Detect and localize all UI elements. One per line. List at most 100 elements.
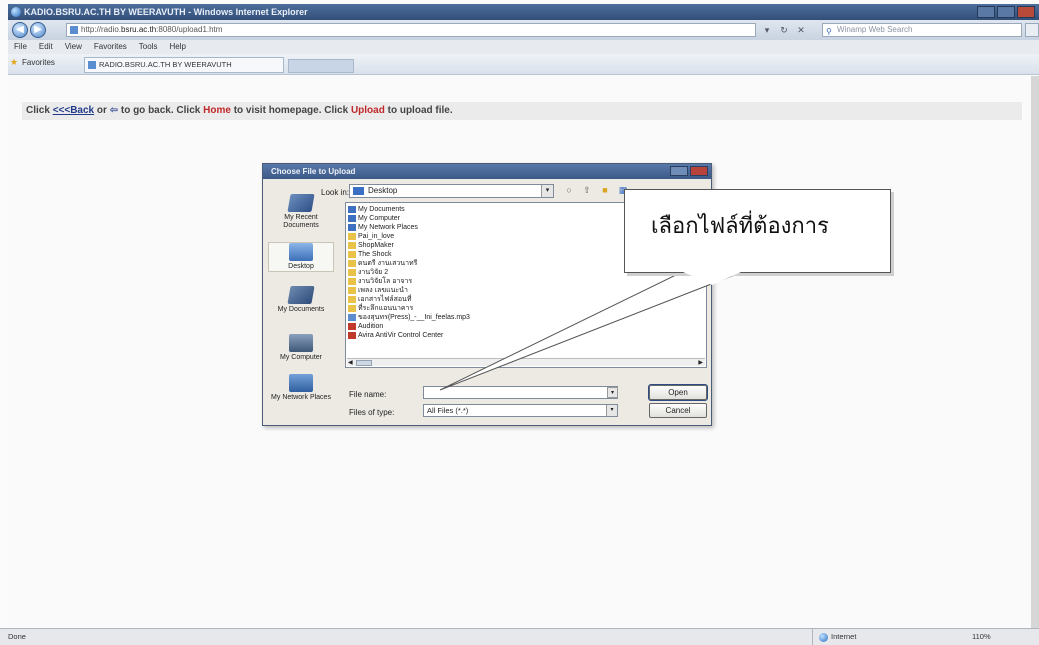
dialog-close-button[interactable]: [690, 166, 708, 176]
shortcut-icon: [348, 332, 356, 339]
file-name-dropdown-icon[interactable]: ▾: [607, 387, 618, 398]
url-prefix: http://radio.: [81, 25, 122, 34]
info-to-upload: to upload file.: [387, 105, 453, 116]
file-name: ดนตรี งานเสวนาทรี: [358, 260, 418, 267]
list-item[interactable]: ดนตรี งานเสวนาทรี: [348, 259, 417, 268]
list-item[interactable]: งานวิจัย 2: [348, 268, 388, 277]
list-item[interactable]: งานวิจัยโล อาจาร: [348, 277, 412, 286]
place-network[interactable]: My Network Places: [268, 374, 334, 402]
scroll-right-icon[interactable]: ▶: [698, 359, 703, 367]
info-click-1: Click: [26, 105, 50, 116]
list-item[interactable]: ShopMaker: [348, 241, 394, 250]
upload-link[interactable]: Upload: [351, 105, 385, 116]
scroll-left-icon[interactable]: ◀: [348, 359, 353, 367]
back-link[interactable]: <<<Back: [53, 105, 94, 116]
list-item[interactable]: My Network Places: [348, 223, 418, 232]
address-toolbar: ◀ ▶ http://radio.bsru.ac.th:8080/upload1…: [8, 20, 1039, 40]
dropdown-arrow-icon[interactable]: ▾: [760, 23, 774, 37]
scroll-thumb[interactable]: [356, 360, 372, 366]
home-link[interactable]: Home: [203, 105, 231, 116]
my-documents-icon: [287, 286, 315, 304]
file-name-input[interactable]: [423, 386, 618, 399]
list-item[interactable]: Avira AntiVir Control Center: [348, 331, 443, 340]
forward-button[interactable]: ▶: [30, 22, 46, 38]
look-in-value: Desktop: [368, 186, 398, 195]
browser-tab[interactable]: RADIO.BSRU.AC.TH BY WEERAVUTH: [84, 57, 284, 73]
file-name: Audition: [358, 323, 384, 330]
maximize-button[interactable]: [997, 6, 1015, 18]
place-label: My Documents: [277, 306, 325, 313]
cancel-button[interactable]: Cancel: [649, 403, 707, 418]
address-input[interactable]: http://radio.bsru.ac.th:8080/upload1.htm: [66, 23, 756, 37]
back-arrow-icon[interactable]: ⇦: [110, 105, 118, 116]
status-text: Done: [8, 632, 26, 641]
up-folder-icon[interactable]: ⇧: [581, 184, 593, 196]
minimize-button[interactable]: [977, 6, 995, 18]
recent-docs-icon: [287, 194, 315, 212]
file-name: My Network Places: [358, 224, 418, 231]
menu-favorites[interactable]: Favorites: [94, 40, 127, 54]
horizontal-scrollbar[interactable]: ◀ ▶: [347, 358, 705, 366]
open-button[interactable]: Open: [648, 384, 708, 401]
file-name: Avira AntiVir Control Center: [358, 332, 444, 339]
ie-logo-icon: [11, 7, 21, 17]
list-item[interactable]: My Documents: [348, 205, 405, 214]
zoom-level[interactable]: 110%: [966, 629, 1039, 645]
favorites-button[interactable]: Favorites: [22, 58, 55, 67]
back-button[interactable]: ◀: [12, 22, 28, 38]
favorites-star-icon[interactable]: ★: [10, 57, 18, 68]
go-back-icon[interactable]: ○: [563, 184, 575, 196]
place-recent-documents[interactable]: My Recent Documents: [268, 194, 334, 230]
search-input[interactable]: ⚲ Winamp Web Search: [822, 23, 1022, 37]
places-bar: My Recent Documents Desktop My Documents…: [268, 190, 340, 422]
dialog-help-button[interactable]: [670, 166, 688, 176]
menu-tools[interactable]: Tools: [139, 40, 158, 54]
list-item[interactable]: The Shock: [348, 250, 391, 259]
file-name: ShopMaker: [358, 242, 394, 249]
search-go-button[interactable]: [1025, 23, 1039, 37]
file-name: My Computer: [358, 215, 401, 222]
place-label: My Recent Documents: [283, 214, 319, 229]
file-name: My Documents: [358, 206, 405, 213]
close-window-button[interactable]: [1017, 6, 1035, 18]
new-folder-icon[interactable]: ■: [599, 184, 611, 196]
look-in-dropdown-icon[interactable]: ▾: [541, 185, 553, 197]
dialog-title-bar: Choose File to Upload: [263, 164, 711, 179]
page-icon: [70, 26, 78, 34]
folder-icon: [348, 269, 356, 276]
list-item[interactable]: Pai_in_love: [348, 232, 394, 241]
file-type-value: All Files (*.*): [427, 406, 469, 415]
search-placeholder: Winamp Web Search: [837, 25, 913, 34]
list-item[interactable]: My Computer: [348, 214, 400, 223]
file-type-select[interactable]: All Files (*.*) ▾: [423, 404, 618, 417]
system-folder-icon: [348, 215, 356, 222]
place-my-documents[interactable]: My Documents: [268, 286, 334, 314]
list-item[interactable]: Audition: [348, 322, 383, 331]
window-controls: [977, 6, 1035, 18]
folder-icon: [348, 305, 356, 312]
file-name: เพลง เลขแนะนำ: [358, 287, 408, 294]
tab-title: RADIO.BSRU.AC.TH BY WEERAVUTH: [99, 60, 232, 69]
menu-help[interactable]: Help: [169, 40, 185, 54]
list-item[interactable]: ของสุนทร(Press)_-__Ini_feelas.mp3: [348, 313, 470, 322]
security-zone: Internet: [812, 629, 932, 645]
place-desktop[interactable]: Desktop: [268, 242, 334, 272]
list-item[interactable]: เพลง เลขแนะนำ: [348, 286, 408, 295]
place-label: My Network Places: [271, 394, 331, 401]
place-my-computer[interactable]: My Computer: [268, 334, 334, 362]
folder-icon: [348, 287, 356, 294]
file-name: งานวิจัยโล อาจาร: [358, 278, 413, 285]
stop-icon[interactable]: ✕: [794, 23, 808, 37]
look-in-select[interactable]: Desktop ▾: [349, 184, 554, 198]
system-folder-icon: [348, 206, 356, 213]
list-item[interactable]: เอกสารไฟล์สอนที่: [348, 295, 411, 304]
list-item[interactable]: ที่ระลึกแอนนาคาร: [348, 304, 413, 313]
desktop-folder-icon: [353, 187, 364, 195]
file-type-dropdown-icon[interactable]: ▾: [606, 405, 617, 416]
new-tab-button[interactable]: [288, 59, 354, 73]
folder-icon: [348, 242, 356, 249]
refresh-icon[interactable]: ↻: [777, 23, 791, 37]
menu-file[interactable]: File: [14, 40, 27, 54]
menu-view[interactable]: View: [65, 40, 82, 54]
menu-edit[interactable]: Edit: [39, 40, 53, 54]
